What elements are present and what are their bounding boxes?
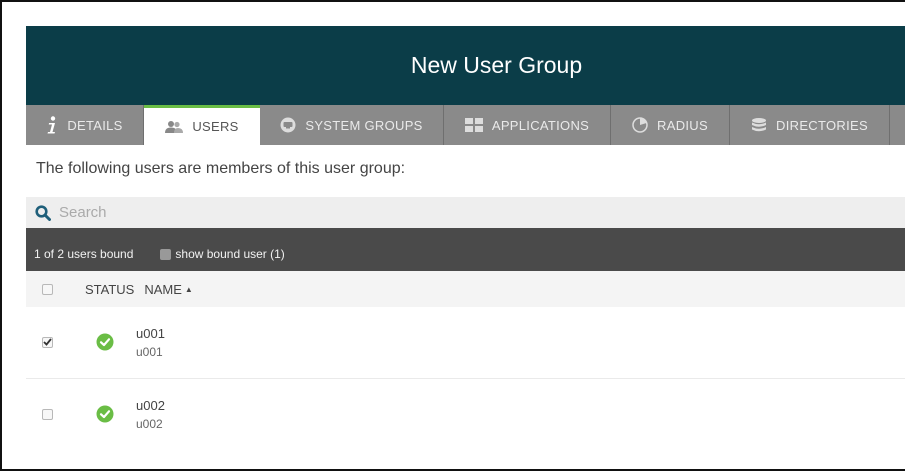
user-cell: u001 u001 xyxy=(136,326,165,359)
sort-ascending-icon: ▲ xyxy=(184,284,193,294)
intro-text: The following users are members of this … xyxy=(36,160,406,177)
tab-applications-label: APPLICATIONS xyxy=(491,117,590,133)
show-bound-toggle[interactable]: show bound user (1) xyxy=(160,247,285,261)
applications-icon xyxy=(464,118,483,132)
tab-bar: DETAILS USERS SYSTEM GROUPS APPLICATIONS… xyxy=(26,105,905,145)
tab-details[interactable]: DETAILS xyxy=(26,105,144,145)
user-cell: u002 u002 xyxy=(136,398,165,431)
tab-users[interactable]: USERS xyxy=(144,105,260,145)
bound-count: 1 of 2 users bound xyxy=(34,247,134,261)
user-name: u001 xyxy=(136,325,165,341)
column-name[interactable]: NAME ▲ xyxy=(144,282,192,297)
row-checkbox-checked[interactable] xyxy=(42,336,53,348)
user-username: u001 xyxy=(136,344,163,359)
status-ok-icon xyxy=(96,333,114,351)
radius-icon xyxy=(632,117,648,133)
table-header: STATUS NAME ▲ xyxy=(26,271,905,307)
tab-radius-label: RADIUS xyxy=(657,117,708,133)
table-row[interactable]: u002 u002 xyxy=(26,379,905,449)
users-icon xyxy=(165,120,184,134)
tab-directories[interactable]: DIRECTORIES xyxy=(730,105,890,145)
tab-system-groups-label: SYSTEM GROUPS xyxy=(305,117,423,133)
select-all-checkbox[interactable] xyxy=(42,283,53,295)
column-status[interactable]: STATUS xyxy=(85,282,134,297)
column-name-label: NAME xyxy=(144,281,182,297)
page-header: New User Group xyxy=(26,26,905,105)
search-bar xyxy=(26,197,905,228)
page-title: New User Group xyxy=(410,52,583,78)
search-icon[interactable] xyxy=(35,204,51,221)
status-ok-icon xyxy=(96,405,114,423)
show-bound-label: show bound user (1) xyxy=(175,247,285,261)
tab-system-groups[interactable]: SYSTEM GROUPS xyxy=(260,105,444,145)
directories-icon xyxy=(751,118,767,132)
table-row[interactable]: u001 u001 xyxy=(26,307,905,377)
search-input[interactable] xyxy=(57,203,821,222)
info-icon xyxy=(46,116,58,134)
app-window: New User Group DETAILS USERS SYSTEM GROU… xyxy=(0,0,905,471)
tab-users-label: USERS xyxy=(192,119,239,134)
system-groups-icon xyxy=(280,117,296,133)
user-username: u002 xyxy=(136,416,163,431)
show-bound-checkbox[interactable] xyxy=(160,248,172,260)
bound-users-bar: 1 of 2 users bound show bound user (1) xyxy=(26,228,905,271)
tab-details-label: DETAILS xyxy=(67,117,123,133)
row-checkbox[interactable] xyxy=(42,408,53,420)
tab-applications[interactable]: APPLICATIONS xyxy=(444,105,611,145)
tab-radius[interactable]: RADIUS xyxy=(611,105,730,145)
tab-directories-label: DIRECTORIES xyxy=(776,117,868,133)
user-name: u002 xyxy=(136,397,165,413)
